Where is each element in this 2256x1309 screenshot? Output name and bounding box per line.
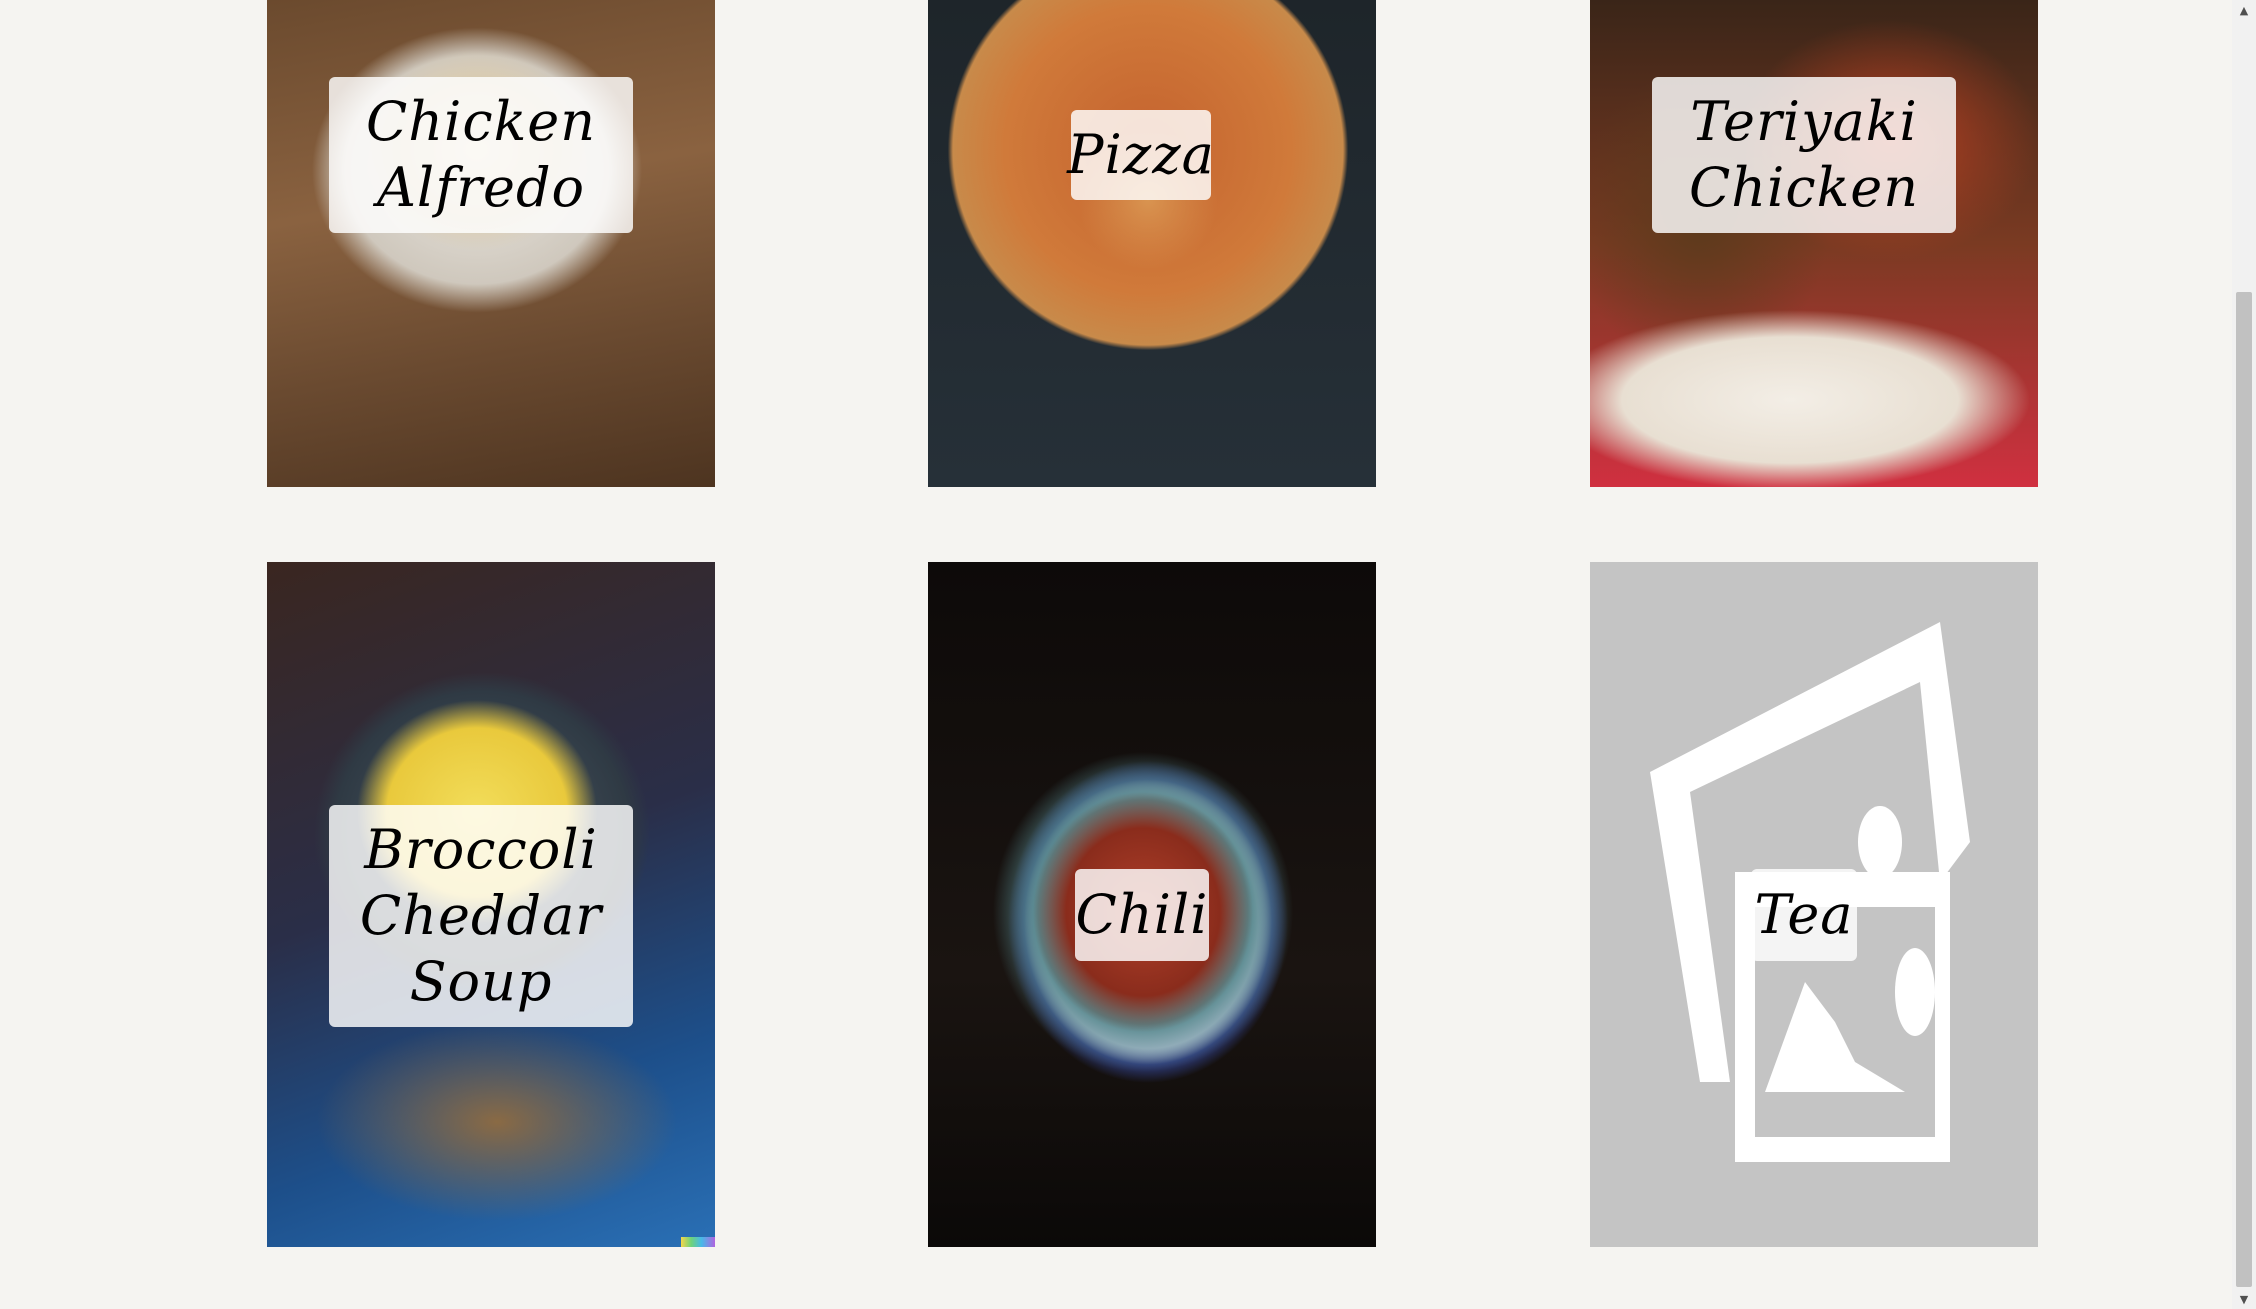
scroll-up-arrow-icon[interactable]: ▲	[2232, 0, 2256, 20]
scroll-down-arrow-icon[interactable]: ▼	[2232, 1289, 2256, 1309]
recipe-card-teriyaki-chicken[interactable]: Teriyaki Chicken	[1590, 0, 2038, 487]
recipe-title-teriyaki-chicken: Teriyaki Chicken	[1652, 77, 1956, 233]
recipe-card-pizza[interactable]: Pizza	[928, 0, 1376, 487]
color-strip	[681, 1237, 715, 1247]
recipe-title-line: Tea	[1754, 883, 1854, 946]
recipe-card-chili[interactable]: Chili	[928, 562, 1376, 1247]
recipe-title-line: Teriyaki	[1690, 90, 1918, 153]
recipe-title-line: Chili	[1075, 883, 1209, 946]
recipe-title-tea: Tea	[1751, 869, 1857, 961]
recipe-card-chicken-alfredo[interactable]: Chicken Alfredo	[267, 0, 715, 487]
recipe-title-chicken-alfredo: Chicken Alfredo	[329, 77, 633, 233]
teriyaki-chicken-image	[1590, 0, 2038, 487]
recipe-card-tea[interactable]: Tea	[1590, 562, 2038, 1247]
scroll-thumb[interactable]	[2236, 292, 2252, 1287]
recipe-title-line: Pizza	[1067, 123, 1215, 186]
recipe-title-pizza: Pizza	[1067, 110, 1214, 200]
recipe-title-line: Broccoli	[364, 818, 598, 881]
vertical-scrollbar[interactable]: ▲ ▼	[2232, 0, 2256, 1309]
recipe-title-line: Cheddar	[359, 884, 603, 947]
recipe-title-line: Soup	[409, 950, 553, 1013]
recipe-title-line: Alfredo	[376, 156, 586, 219]
recipe-title-line: Chicken	[1688, 156, 1920, 219]
chicken-alfredo-image	[267, 0, 715, 487]
pizza-image	[928, 0, 1376, 487]
recipe-title-chili: Chili	[1075, 869, 1209, 961]
recipe-title-broccoli-cheddar-soup: Broccoli Cheddar Soup	[329, 805, 633, 1027]
recipe-card-broccoli-cheddar-soup[interactable]: Broccoli Cheddar Soup	[267, 562, 715, 1247]
recipe-title-line: Chicken	[365, 90, 597, 153]
